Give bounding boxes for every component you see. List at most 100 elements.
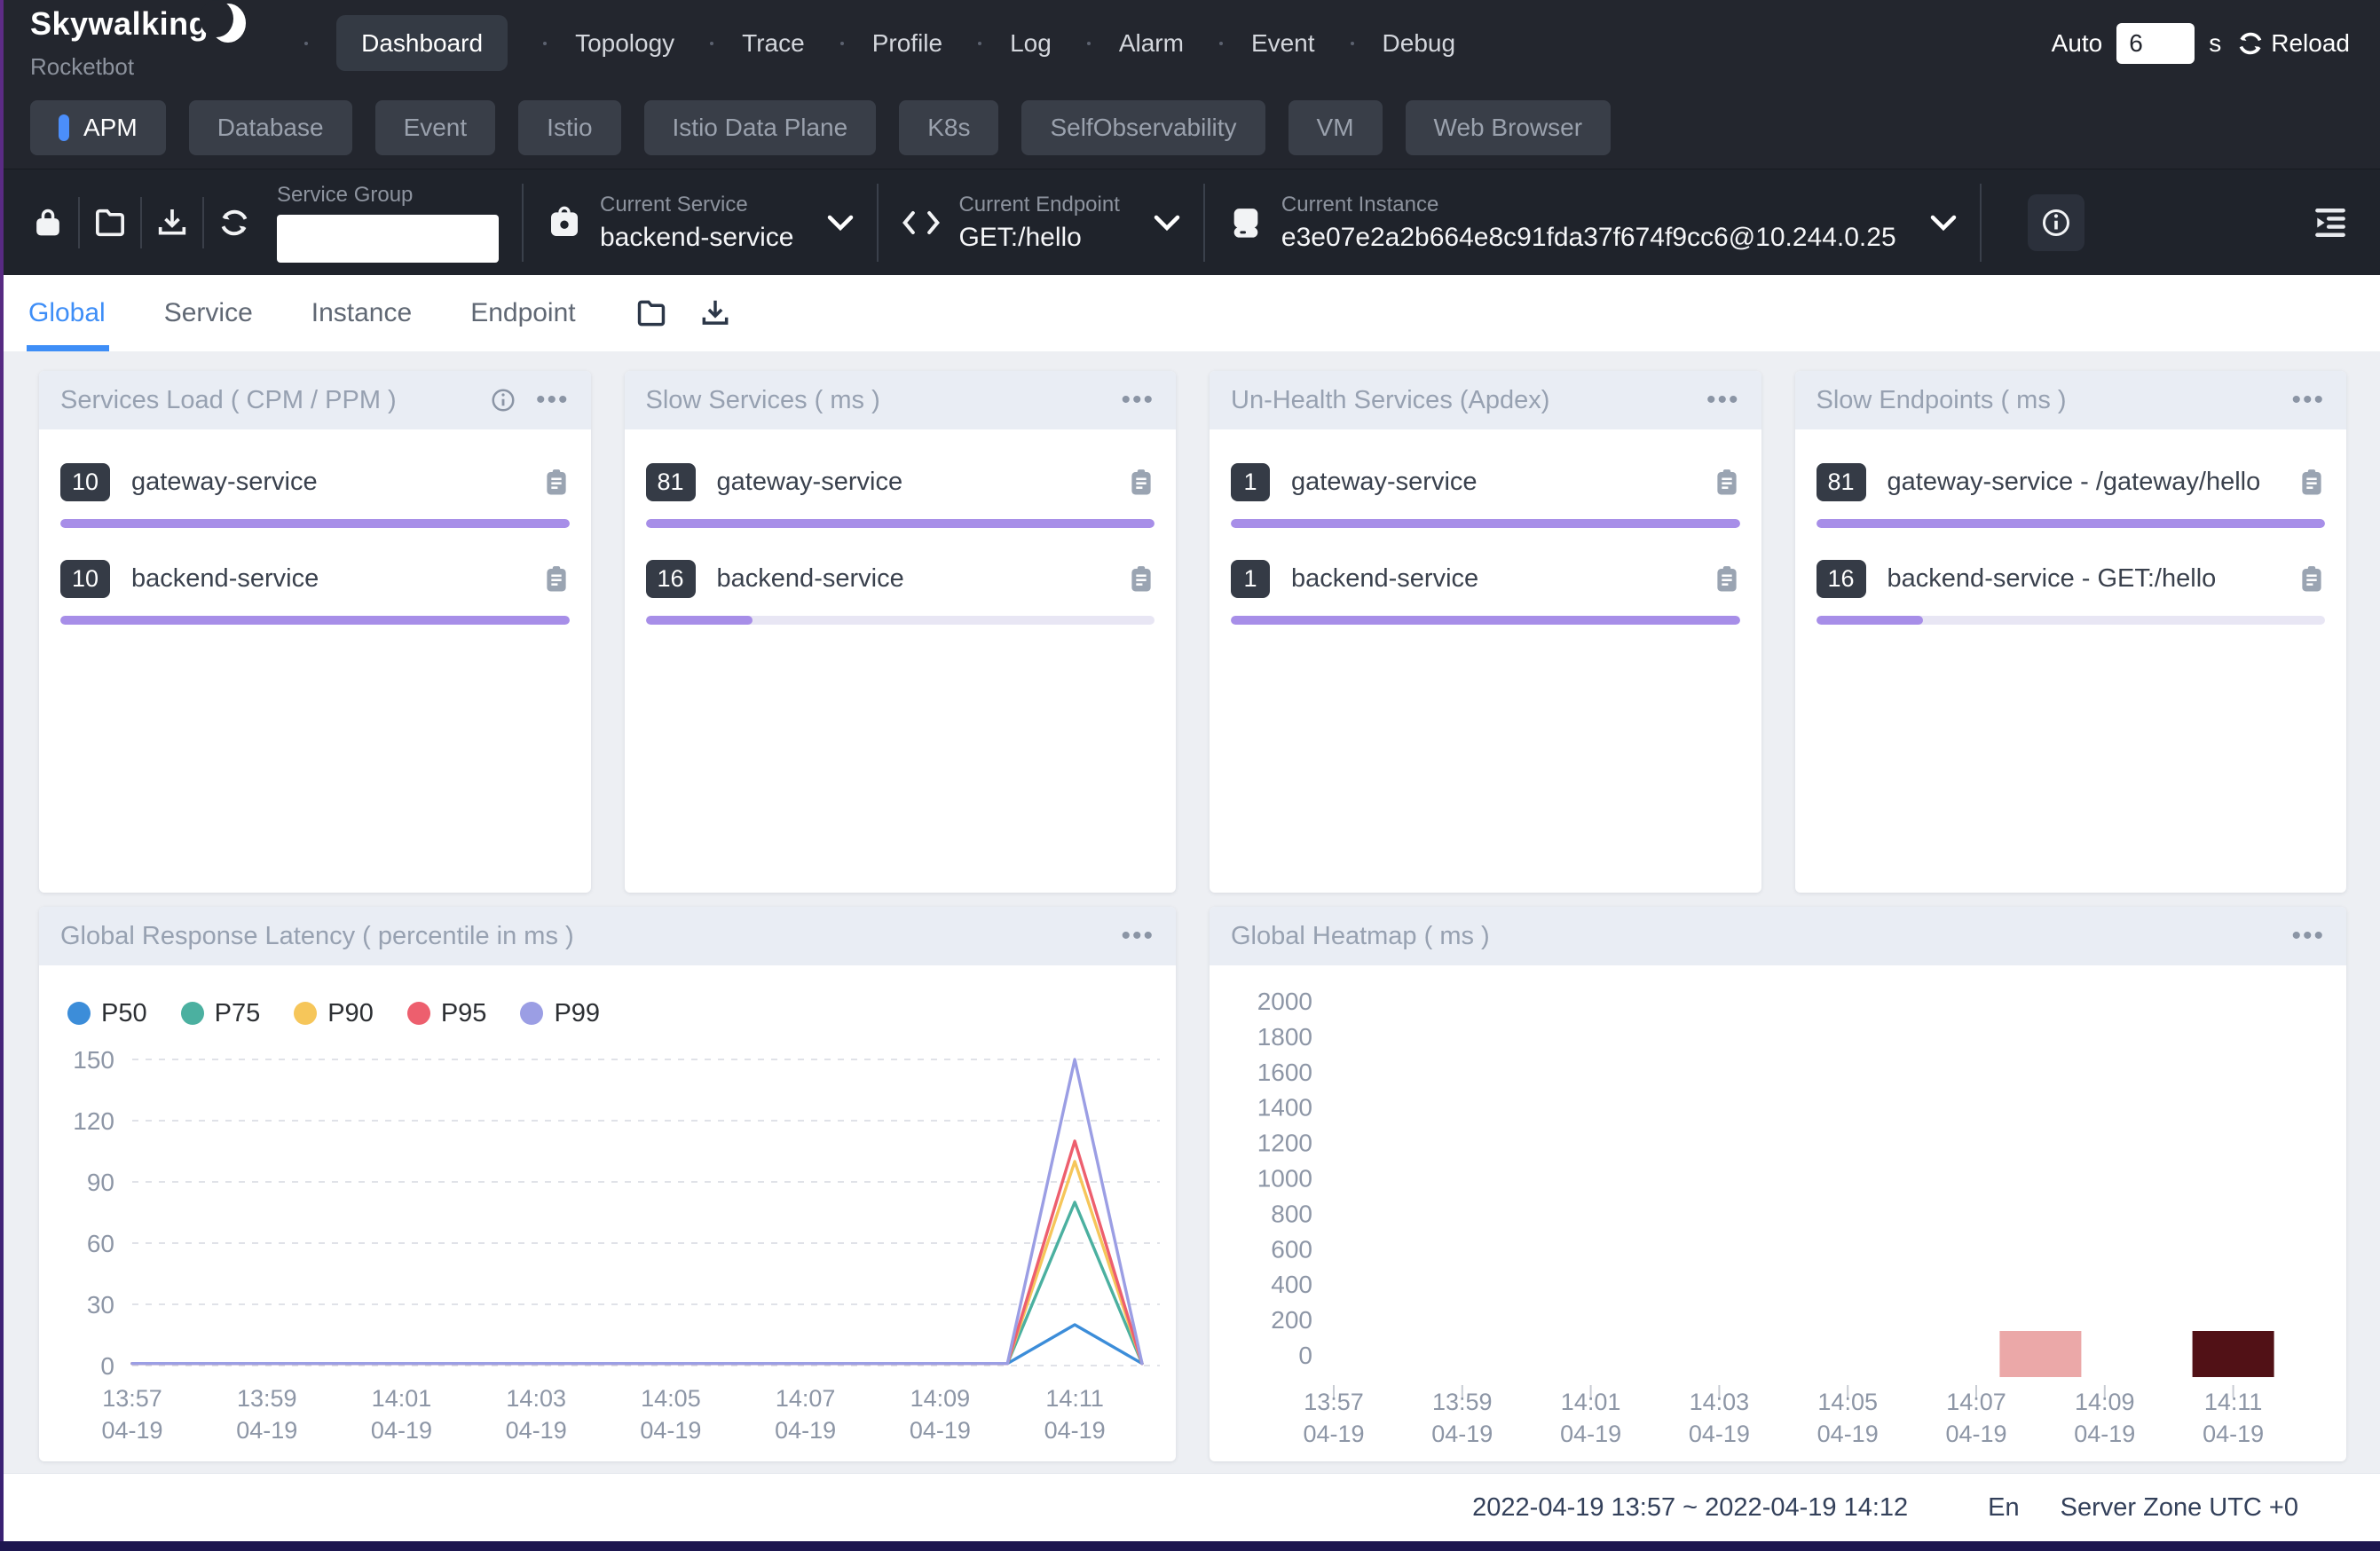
auto-interval-input[interactable]: [2116, 23, 2195, 64]
tab-service[interactable]: Service: [164, 275, 253, 351]
nav-item-debug[interactable]: Debug: [1349, 29, 1490, 58]
nav-item-trace[interactable]: Trace: [708, 29, 839, 58]
legend-item-p90[interactable]: P90: [294, 999, 374, 1028]
legend-dot: [407, 1002, 430, 1025]
legend-item-p50[interactable]: P50: [67, 999, 147, 1028]
legend-item-p75[interactable]: P75: [181, 999, 261, 1028]
tab-global[interactable]: Global: [28, 275, 106, 351]
folder-icon[interactable]: [634, 296, 668, 330]
svg-text:30: 30: [87, 1291, 114, 1319]
info-icon[interactable]: [490, 387, 516, 413]
metric-bar-track: [1817, 519, 2326, 528]
legend-item-p95[interactable]: P95: [407, 999, 487, 1028]
metric-row[interactable]: 16 backend-service - GET:/hello: [1817, 560, 2326, 625]
nav-item-alarm[interactable]: Alarm: [1085, 29, 1218, 58]
legend-dot: [181, 1002, 204, 1025]
metric-value-badge: 81: [1817, 463, 1866, 501]
download-icon[interactable]: [149, 190, 195, 256]
card-unhealth-services: Un-Health Services (Apdex) ••• 1 gateway…: [1210, 371, 1761, 893]
copy-icon[interactable]: [543, 564, 570, 594]
svg-text:04-19: 04-19: [910, 1417, 971, 1444]
language-toggle[interactable]: En: [1988, 1493, 2019, 1523]
metric-row[interactable]: 81 gateway-service: [646, 463, 1155, 528]
current-endpoint-selector[interactable]: Current Endpoint GET:/hello: [902, 193, 1179, 253]
card-title: Global Response Latency ( percentile in …: [60, 922, 574, 951]
time-range-picker[interactable]: 2022-04-19 13:57 ~ 2022-04-19 14:12: [1472, 1493, 1908, 1523]
metric-row[interactable]: 16 backend-service: [646, 560, 1155, 625]
feature-tab-vm[interactable]: VM: [1289, 100, 1383, 155]
nav-item-profile[interactable]: Profile: [839, 29, 976, 58]
svg-text:13:59: 13:59: [237, 1385, 297, 1412]
metric-row[interactable]: 10 gateway-service: [60, 463, 570, 528]
metric-name: backend-service: [717, 564, 904, 594]
chevron-down-icon[interactable]: [827, 214, 854, 232]
service-group-input[interactable]: [277, 215, 499, 263]
metric-name: gateway-service - /gateway/hello: [1887, 468, 2261, 497]
metric-value-badge: 16: [646, 560, 696, 598]
svg-text:14:09: 14:09: [910, 1385, 971, 1412]
card-slow-services: Slow Services ( ms ) ••• 81 gateway-serv…: [625, 371, 1177, 893]
card-menu-icon[interactable]: •••: [1121, 923, 1155, 949]
svg-text:14:03: 14:03: [1690, 1389, 1750, 1415]
legend-item-p99[interactable]: P99: [520, 999, 600, 1028]
card-menu-icon[interactable]: •••: [536, 387, 570, 413]
heatmap-chart: 020040060080010001200140016001800200013:…: [1210, 965, 2346, 1461]
metric-name: backend-service - GET:/hello: [1887, 564, 2217, 594]
feature-tab-database[interactable]: Database: [189, 100, 352, 155]
copy-icon[interactable]: [1714, 564, 1740, 594]
svg-text:1600: 1600: [1257, 1059, 1312, 1086]
svg-text:04-19: 04-19: [775, 1417, 836, 1444]
download-icon[interactable]: [698, 296, 732, 330]
feature-tab-k8s[interactable]: K8s: [899, 100, 998, 155]
copy-icon[interactable]: [1714, 468, 1740, 498]
svg-text:14:01: 14:01: [372, 1385, 432, 1412]
svg-text:600: 600: [1271, 1235, 1312, 1263]
feature-tab-selfobservability[interactable]: SelfObservability: [1021, 100, 1265, 155]
metric-row[interactable]: 1 gateway-service: [1231, 463, 1740, 528]
lock-icon[interactable]: [25, 190, 71, 256]
tab-endpoint[interactable]: Endpoint: [470, 275, 575, 351]
card-menu-icon[interactable]: •••: [1706, 387, 1740, 413]
nav-item-topology[interactable]: Topology: [541, 29, 708, 58]
window-bottom-edge: [0, 1541, 2380, 1551]
copy-icon[interactable]: [2298, 468, 2325, 498]
svg-text:04-19: 04-19: [101, 1417, 162, 1444]
current-service-selector[interactable]: Current Service backend-service: [547, 193, 854, 253]
feature-tab-event[interactable]: Event: [375, 100, 496, 155]
folder-icon[interactable]: [87, 190, 133, 256]
metric-row[interactable]: 81 gateway-service - /gateway/hello: [1817, 463, 2326, 528]
metric-row[interactable]: 1 backend-service: [1231, 560, 1740, 625]
metric-bar-fill: [1817, 616, 1923, 625]
feature-tab-apm[interactable]: APM: [30, 100, 166, 155]
nav-item-log[interactable]: Log: [976, 29, 1085, 58]
card-title: Services Load ( CPM / PPM ): [60, 386, 397, 415]
tab-instance[interactable]: Instance: [311, 275, 412, 351]
feature-tab-web-browser[interactable]: Web Browser: [1406, 100, 1612, 155]
feature-tab-istio[interactable]: Istio: [518, 100, 620, 155]
collapse-panel-icon[interactable]: [2311, 203, 2350, 242]
feature-tab-istio-data-plane[interactable]: Istio Data Plane: [644, 100, 877, 155]
chevron-down-icon[interactable]: [1930, 214, 1957, 232]
copy-icon[interactable]: [543, 468, 570, 498]
card-title: Slow Services ( ms ): [646, 386, 880, 415]
metric-row[interactable]: 10 backend-service: [60, 560, 570, 625]
copy-icon[interactable]: [1128, 468, 1155, 498]
card-title: Un-Health Services (Apdex): [1231, 386, 1549, 415]
chevron-down-icon[interactable]: [1154, 214, 1180, 232]
refresh-icon[interactable]: [211, 190, 257, 256]
metric-value-badge: 10: [60, 560, 110, 598]
svg-text:13:59: 13:59: [1432, 1389, 1493, 1415]
nav-item-event[interactable]: Event: [1218, 29, 1349, 58]
copy-icon[interactable]: [1128, 564, 1155, 594]
copy-icon[interactable]: [2298, 564, 2325, 594]
svg-text:04-19: 04-19: [1945, 1421, 2006, 1447]
reload-button[interactable]: Reload: [2235, 28, 2350, 59]
legend-label: P90: [327, 999, 374, 1028]
current-instance-selector[interactable]: Current Instance e3e07e2a2b664e8c91fda37…: [1228, 193, 1957, 253]
card-menu-icon[interactable]: •••: [1121, 387, 1155, 413]
nav-item-dashboard[interactable]: Dashboard: [303, 29, 541, 58]
card-menu-icon[interactable]: •••: [2291, 387, 2325, 413]
card-menu-icon[interactable]: •••: [2291, 923, 2325, 949]
info-button[interactable]: [2028, 194, 2084, 251]
service-group-label: Service Group: [277, 183, 499, 208]
